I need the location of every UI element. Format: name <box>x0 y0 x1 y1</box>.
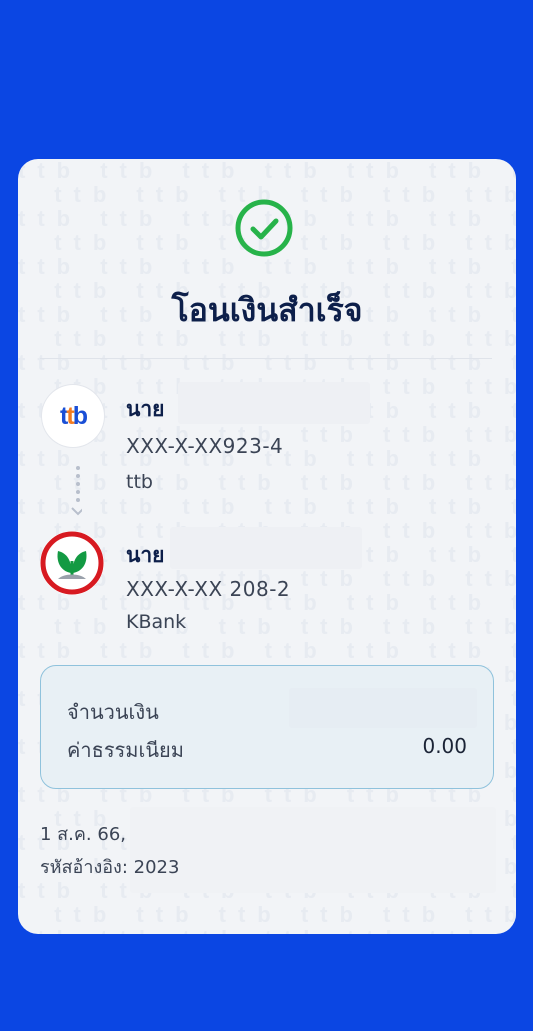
transaction-date: 1 ส.ค. 66, <box>40 824 126 845</box>
transfer-arrow-icon <box>71 466 82 516</box>
sender-name-prefix: นาย <box>126 397 165 421</box>
amount-label: จำนวนเงิน <box>67 700 159 724</box>
receiver-name-redacted <box>170 527 362 569</box>
divider <box>40 358 492 359</box>
sender-account-number: XXX-X-XX923-4 <box>126 434 284 458</box>
ttb-logo: ttb <box>42 385 104 447</box>
sender-name-redacted <box>178 382 370 424</box>
sender-bank-name: ttb <box>126 471 153 493</box>
receiver-bank-name: KBank <box>126 611 187 633</box>
ttb-logo-mark: ttb <box>60 401 88 430</box>
fee-value: 0.00 <box>422 734 467 758</box>
reference-number: รหัสอ้างอิง: 2023 <box>40 857 180 878</box>
transfer-receipt-card: ttb ttb ttb ttb ttb ttb ttb ttb ttb ttb … <box>18 159 516 934</box>
amount-value-redacted <box>289 688 477 728</box>
transaction-details-redacted <box>130 807 496 893</box>
receiver-account-number: XXX-X-XX 208-2 <box>126 577 291 601</box>
status-title: โอนเงินสำเร็จ <box>171 291 363 329</box>
check-circle-icon <box>235 199 293 257</box>
kbank-logo <box>40 531 104 595</box>
fee-label: ค่าธรรมเนียม <box>67 738 184 762</box>
receiver-name-prefix: นาย <box>126 543 165 567</box>
amount-summary-box: จำนวนเงิน ค่าธรรมเนียม 0.00 <box>40 665 494 789</box>
